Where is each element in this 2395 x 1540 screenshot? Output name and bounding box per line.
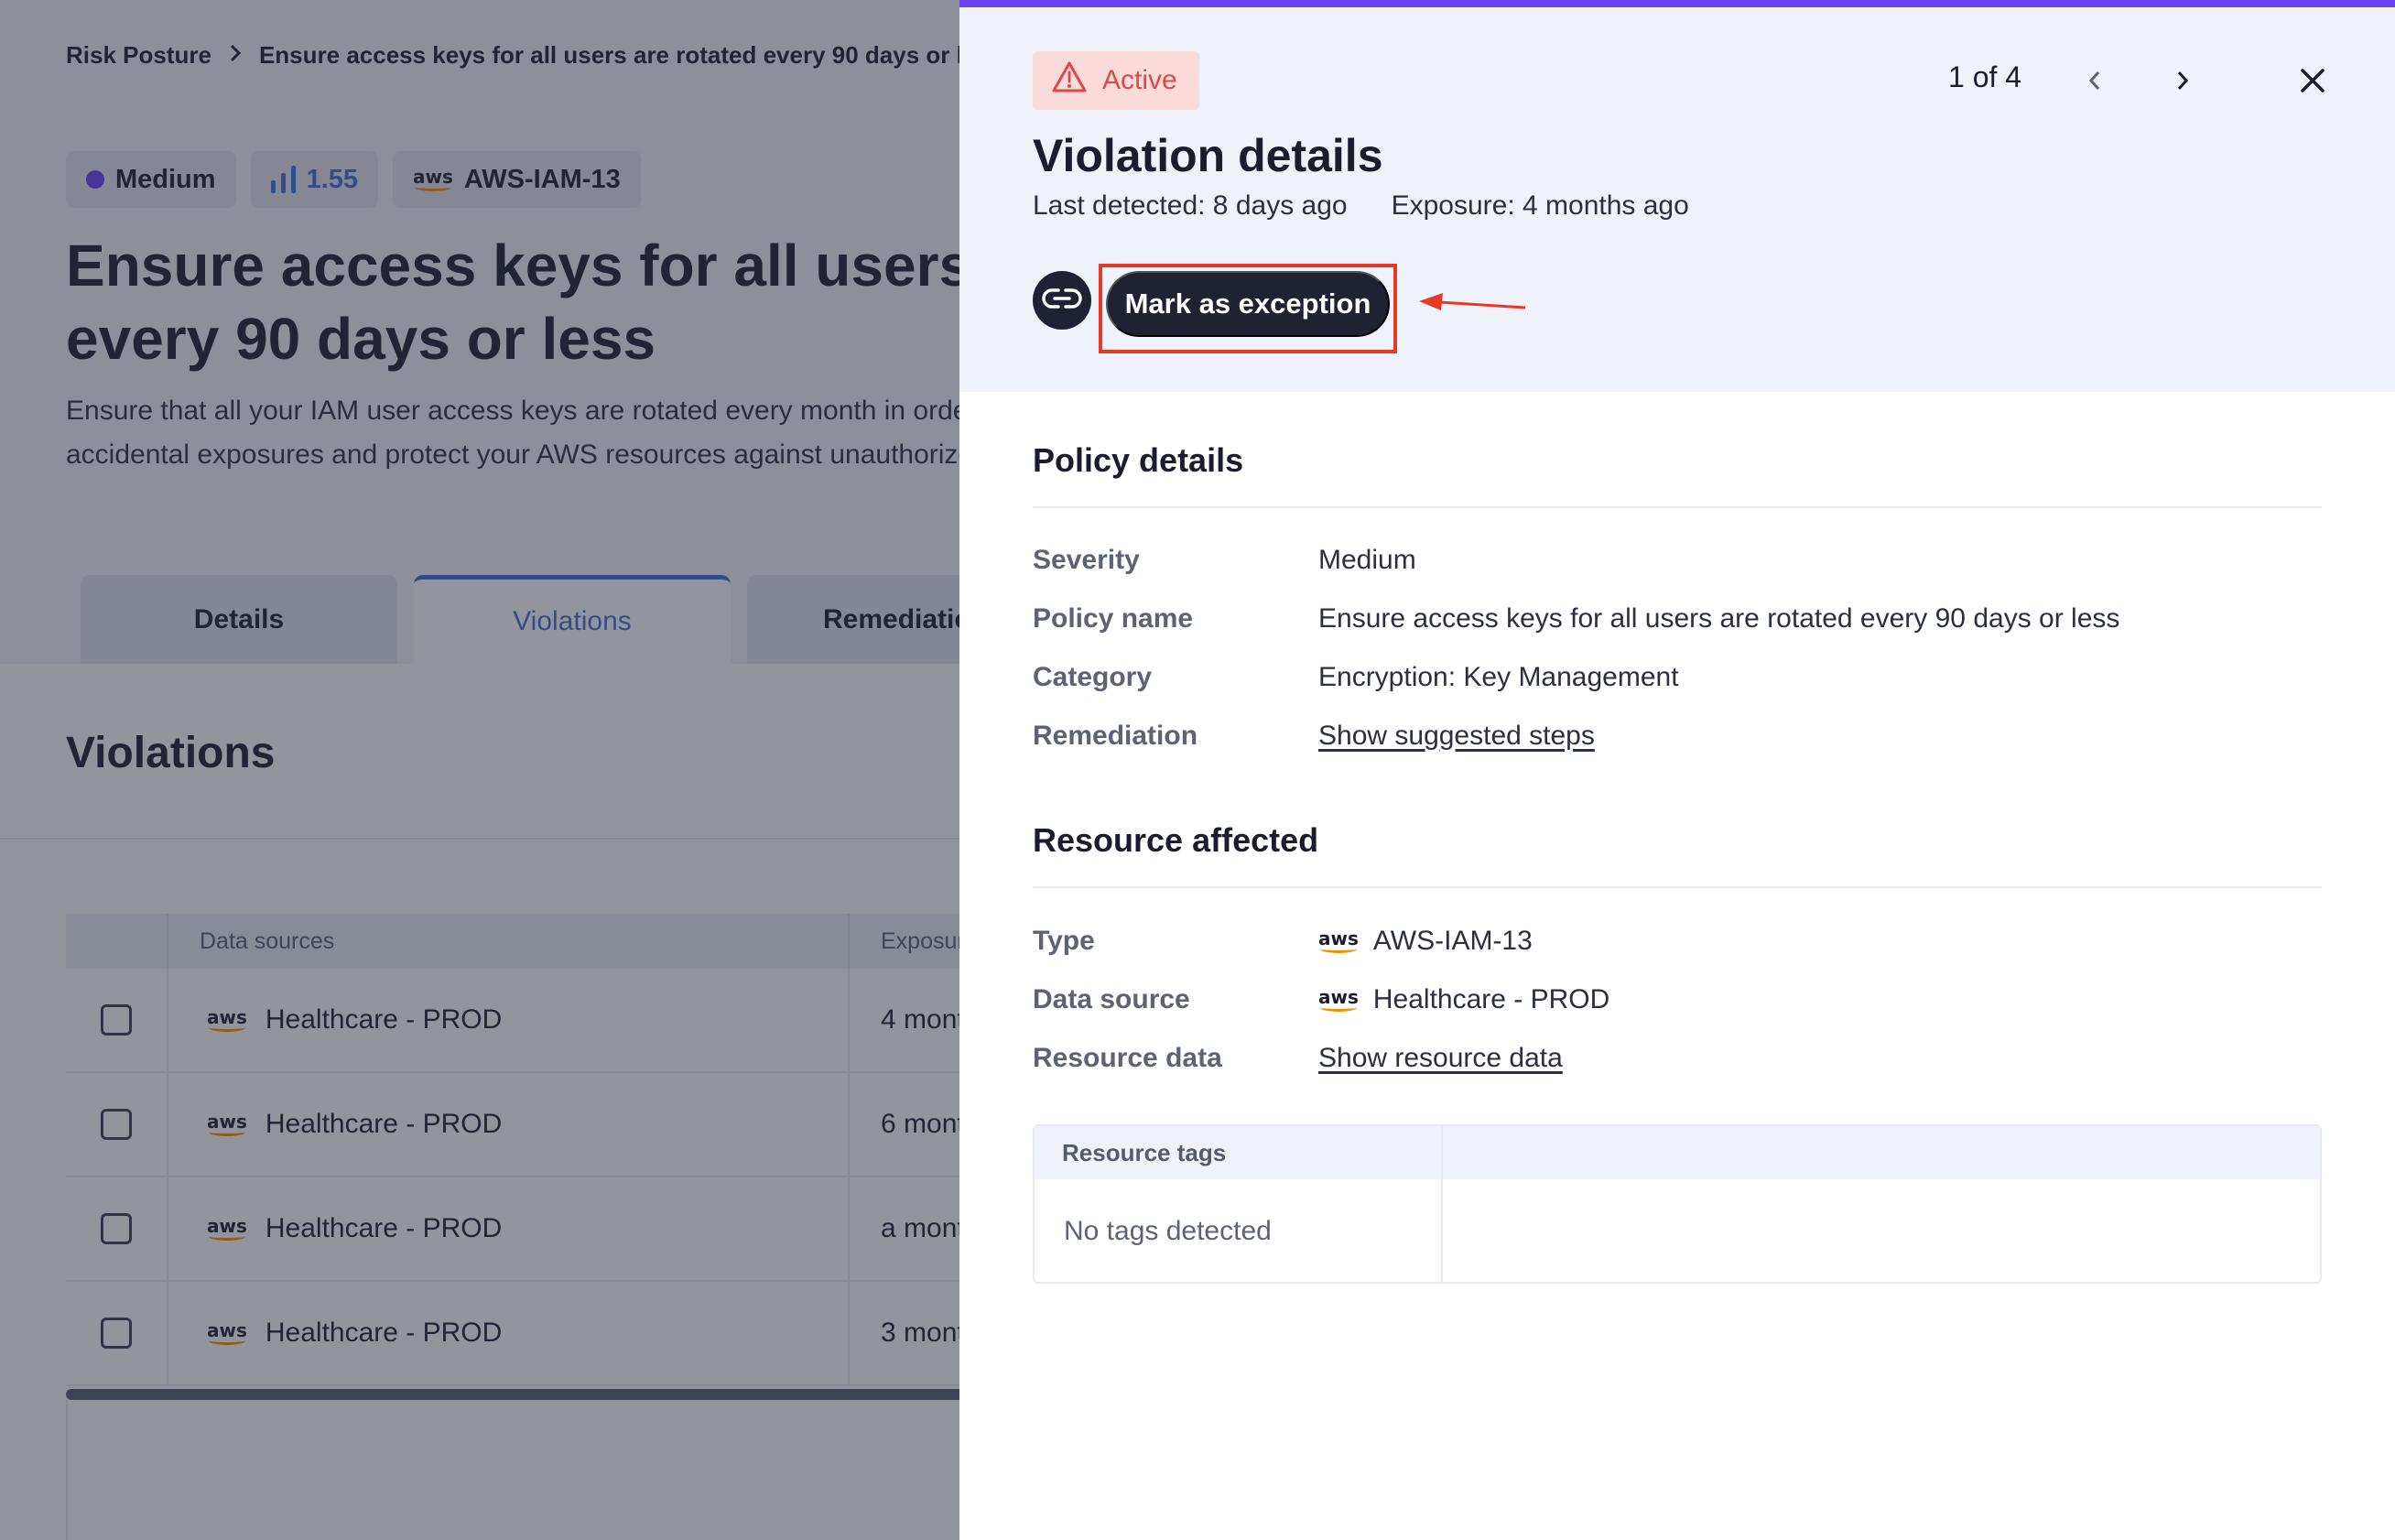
no-tags-message: No tags detected [1035,1179,1443,1284]
resource-affected-title: Resource affected [1033,821,1319,859]
status-badge: Active [1033,51,1199,110]
next-button[interactable] [2162,62,2203,103]
type-value: AWS-IAM-13 [1372,926,1533,956]
policy-name-value: Ensure access keys for all users are rot… [1318,603,2120,634]
close-icon [2299,67,2326,99]
previous-button[interactable] [2075,62,2115,103]
tags-header: Resource tags [1035,1126,2320,1179]
resource-data-label: Resource data [1033,1043,1222,1073]
data-source-value: Healthcare - PROD [1372,984,1610,1014]
policy-name-label: Policy name [1033,603,1194,634]
category-value: Encryption: Key Management [1318,662,1679,692]
section-divider [1033,506,2322,508]
exposure-time: Exposure: 4 months ago [1391,190,1689,221]
modal-backdrop[interactable] [0,0,959,1540]
pager-count: 1 of 4 [1948,60,2022,93]
last-detected: Last detected: 8 days ago [1033,190,1348,221]
chevron-left-icon [2086,69,2104,97]
mark-as-exception-button[interactable]: Mark as exception [1106,271,1390,337]
violation-meta: Last detected: 8 days ago Exposure: 4 mo… [1033,190,1689,222]
status-badge-label: Active [1102,65,1177,95]
link-icon [1042,287,1082,315]
remediation-label: Remediation [1033,721,1198,751]
category-row: Category Encryption: Key Management [1033,662,1679,693]
resource-data-row: Resource data Show resource data [1033,1043,1563,1074]
remediation-row: Remediation Show suggested steps [1033,721,1595,752]
aws-logo-icon: aws [1318,929,1359,953]
resource-tags-table: Resource tags No tags detected [1033,1124,2322,1284]
section-divider [1033,886,2322,888]
tags-body: No tags detected [1035,1179,2320,1284]
type-label: Type [1033,926,1095,956]
severity-row: Severity Medium [1033,545,1416,576]
drawer-title: Violation details [1033,130,1383,181]
copy-link-button[interactable] [1033,271,1091,330]
annotation-arrow-icon [1417,291,1527,323]
show-resource-data-link[interactable]: Show resource data [1318,1043,1563,1074]
show-suggested-steps-link[interactable]: Show suggested steps [1318,721,1595,752]
category-label: Category [1033,662,1153,692]
data-source-label: Data source [1033,984,1190,1014]
policy-details-title: Policy details [1033,441,1244,479]
column-header-resource-tags: Resource tags [1035,1126,1443,1179]
close-button[interactable] [2292,62,2333,103]
warning-triangle-icon [1051,60,1088,101]
chevron-right-icon [2173,69,2192,97]
type-row: Type aws AWS-IAM-13 [1033,926,1533,957]
aws-logo-icon: aws [1318,988,1359,1012]
policy-name-row: Policy name Ensure access keys for all u… [1033,603,2119,634]
data-source-row: Data source aws Healthcare - PROD [1033,984,1609,1015]
violation-details-drawer: Active 1 of 4 Violation details Last det… [959,0,2395,1540]
severity-label: Severity [1033,545,1140,575]
drawer-header: Active 1 of 4 Violation details Last det… [959,7,2395,392]
drawer-accent-bar [959,0,2395,7]
severity-value: Medium [1318,545,1416,575]
